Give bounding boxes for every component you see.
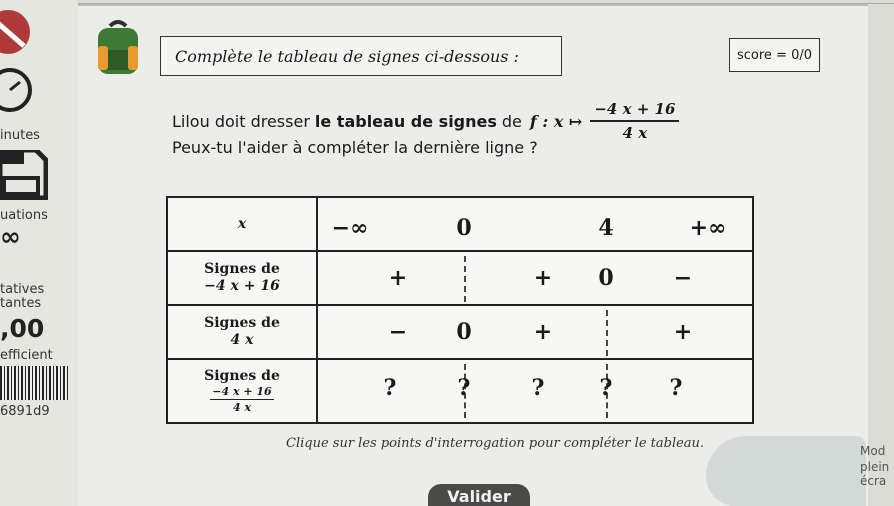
backpack-icon	[98, 20, 138, 74]
mode-label[interactable]: Mod	[860, 444, 885, 458]
mode-label[interactable]: plein	[860, 460, 889, 474]
header-value: +∞	[689, 215, 727, 241]
mode-label[interactable]: écra	[860, 474, 886, 488]
row-label-line2: −4 x + 16	[204, 278, 280, 294]
row-label-line1: Signes de	[204, 261, 280, 278]
question-mark-cell[interactable]: ?	[670, 375, 683, 401]
fraction-numerator: −4 x + 16	[590, 100, 680, 122]
barcode-icon	[0, 366, 68, 400]
header-value: 0	[456, 215, 472, 241]
header-value: 4	[598, 215, 614, 241]
sign-table: x −∞ 0 4 +∞ Signes de −4 x + 16 + + 0 − …	[166, 196, 754, 424]
question-mark-cell[interactable]: ?	[384, 375, 397, 401]
sign-value: +	[533, 319, 553, 345]
question-mark-cell[interactable]: ?	[600, 375, 613, 401]
question-mark-cell[interactable]: ?	[458, 375, 471, 401]
row-label: Signes de 4 x	[168, 306, 318, 358]
sidebar-item-label: inutes	[0, 128, 40, 143]
function-name: f : x ↦	[529, 111, 583, 131]
row-label: x	[168, 198, 318, 250]
statement-bold: le tableau de signes	[314, 111, 497, 131]
sign-value: +	[388, 265, 408, 291]
sign-value: +	[673, 319, 693, 345]
row-label-line1: Signes de	[204, 367, 280, 384]
table-row: Signes de −4 x + 16 + + 0 −	[168, 252, 752, 306]
sidebar-item-label: tantes	[0, 296, 42, 311]
sidebar-item-label: 6891d9	[0, 404, 50, 419]
table-row: Signes de −4 x + 16 4 x ? ? ? ? ?	[168, 360, 752, 422]
sign-value: −	[388, 319, 408, 345]
statement-de: de	[501, 111, 522, 131]
exercise-title: Complète le tableau de signes ci-dessous…	[160, 36, 562, 76]
sign-value: +	[533, 265, 553, 291]
row-label-fraction: −4 x + 16 4 x	[210, 385, 274, 414]
row-label-denominator: 4 x	[232, 400, 252, 414]
forbidden-icon[interactable]	[0, 10, 34, 56]
row-label: Signes de −4 x + 16	[168, 252, 318, 304]
variable-label: x	[237, 215, 247, 232]
validate-button[interactable]: Valider	[428, 484, 530, 506]
question-mark-cell[interactable]: ?	[532, 375, 545, 401]
sign-value: −	[673, 265, 693, 291]
row-label-numerator: −4 x + 16	[210, 385, 274, 400]
save-icon[interactable]	[0, 150, 48, 200]
zero-divider	[606, 310, 608, 356]
decorative-sticker	[706, 436, 866, 506]
sidebar-item-label: tatives	[0, 282, 45, 297]
infinity-icon[interactable]: ∞	[0, 222, 21, 251]
exercise-statement: Lilou doit dresser le tableau de signes …	[172, 100, 680, 142]
sidebar: inutes uations ∞ tatives tantes ,00 effi…	[0, 0, 78, 506]
header-value: −∞	[331, 215, 369, 241]
score-display: score = 0/0	[729, 38, 820, 72]
sidebar-item-label: uations	[0, 208, 48, 223]
row-label: Signes de −4 x + 16 4 x	[168, 360, 318, 422]
sidebar-item-label: ,00	[0, 314, 45, 343]
sign-value: 0	[598, 265, 614, 291]
timer-icon[interactable]	[0, 68, 40, 112]
sign-value: 0	[456, 319, 472, 345]
hint-text: Clique sur les points d'interrogation po…	[286, 436, 705, 451]
statement-text: Lilou doit dresser	[172, 111, 310, 131]
sidebar-item-label: efficient	[0, 348, 53, 363]
table-row: Signes de 4 x − 0 + +	[168, 306, 752, 360]
function-fraction: −4 x + 16 4 x	[590, 100, 680, 142]
zero-divider	[464, 256, 466, 302]
exercise-question: Peux-tu l'aider à compléter la dernière …	[172, 138, 538, 157]
table-row: x −∞ 0 4 +∞	[168, 198, 752, 252]
row-label-line1: Signes de	[204, 315, 280, 332]
row-label-line2: 4 x	[230, 332, 254, 348]
fraction-denominator: 4 x	[622, 124, 648, 142]
